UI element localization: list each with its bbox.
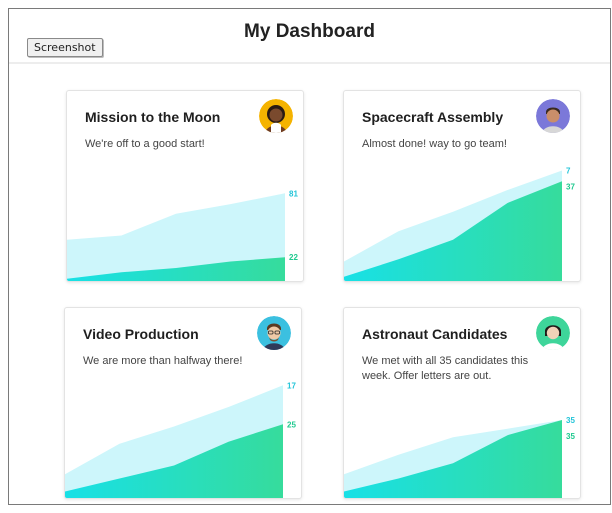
- avatar-woman-curly-hair-icon: [259, 99, 293, 133]
- card-title: Mission to the Moon: [85, 109, 221, 125]
- project-card[interactable]: Mission to the Moon We're off to a good …: [66, 90, 304, 282]
- card-description: We're off to a good start!: [85, 138, 205, 150]
- progress-chart: 81 22: [67, 151, 303, 281]
- completed-value-label: 25: [287, 420, 296, 429]
- page-header: My Dashboard Screenshot: [9, 9, 610, 64]
- card-description: We are more than halfway there!: [83, 355, 243, 367]
- progress-chart: 7 37: [344, 151, 580, 281]
- completed-value-label: 22: [289, 253, 298, 262]
- project-card[interactable]: Spacecraft Assembly Almost done! way to …: [343, 90, 581, 282]
- completed-value-label: 35: [566, 432, 575, 441]
- total-value-label: 35: [566, 416, 575, 425]
- progress-chart: 17 25: [65, 368, 301, 498]
- avatar-woman-dark-hair-icon: [536, 316, 570, 350]
- dashboard-window: My Dashboard Screenshot Mission to the M…: [8, 8, 611, 505]
- card-title: Astronaut Candidates: [362, 326, 508, 342]
- total-value-label: 17: [287, 381, 296, 390]
- avatar-man-short-hair-icon: [536, 99, 570, 133]
- total-value-label: 7: [566, 167, 571, 176]
- total-value-label: 81: [289, 189, 298, 198]
- screenshot-button[interactable]: Screenshot: [27, 38, 103, 57]
- completed-value-label: 37: [566, 183, 575, 192]
- project-card[interactable]: Astronaut Candidates We met with all 35 …: [343, 307, 581, 499]
- progress-chart: 35 35: [344, 368, 580, 498]
- card-title: Video Production: [83, 326, 199, 342]
- avatar-man-glasses-icon: [257, 316, 291, 350]
- card-description: Almost done! way to go team!: [362, 138, 507, 150]
- card-title: Spacecraft Assembly: [362, 109, 504, 125]
- project-card[interactable]: Video Production We are more than halfwa…: [64, 307, 302, 499]
